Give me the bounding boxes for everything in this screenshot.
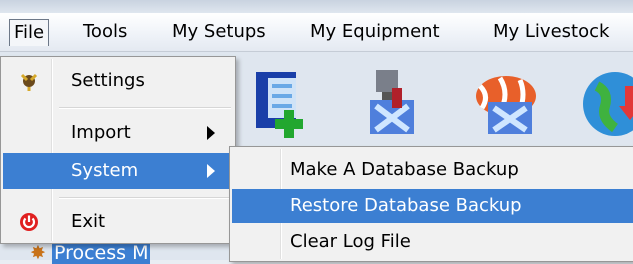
menu-file[interactable]: File [9, 19, 50, 46]
menu-item-label: Settings [71, 70, 145, 91]
menu-item-label: Import [71, 122, 131, 143]
menu-item-label: Restore Database Backup [290, 195, 522, 216]
menu-item-label: Clear Log File [290, 231, 411, 252]
menu-bar: File Tools My Setups My Equipment My Liv… [0, 0, 633, 52]
globe-icon[interactable] [575, 66, 633, 138]
menu-item-settings[interactable]: Settings [3, 63, 233, 99]
power-icon [20, 213, 38, 231]
add-setup-icon[interactable] [250, 66, 322, 138]
submenu-arrow-icon [207, 126, 215, 140]
menu-item-exit[interactable]: Exit [3, 204, 233, 240]
menu-item-label: System [71, 160, 139, 181]
menu-item-make-database-backup[interactable]: Make A Database Backup [232, 153, 633, 187]
menu-item-label: Exit [71, 211, 106, 232]
equipment-icon[interactable] [362, 66, 434, 138]
menu-item-import[interactable]: Import [3, 115, 233, 151]
menu-item-label: Make A Database Backup [290, 159, 519, 180]
menu-my-setups[interactable]: My Setups [167, 20, 271, 44]
tree-item-process[interactable]: ✸ Process M [30, 242, 151, 264]
menu-separator [59, 107, 231, 109]
menu-my-equipment[interactable]: My Equipment [305, 20, 445, 44]
menu-separator [59, 197, 231, 199]
livestock-icon[interactable] [470, 66, 542, 138]
settings-icon [20, 73, 38, 91]
menu-tools[interactable]: Tools [78, 20, 132, 44]
window-title-strip [0, 0, 633, 13]
menu-item-restore-database-backup[interactable]: Restore Database Backup [232, 189, 633, 223]
submenu-arrow-icon [207, 164, 215, 178]
menu-item-system[interactable]: System [3, 153, 233, 189]
menu-my-livestock[interactable]: My Livestock [488, 20, 614, 44]
process-icon: ✸ [30, 242, 46, 264]
menu-item-clear-log-file[interactable]: Clear Log File [232, 225, 633, 259]
file-menu: Settings Import System Exit [0, 56, 236, 244]
system-submenu: Make A Database Backup Restore Database … [229, 146, 633, 262]
tree-item-label: Process M [51, 242, 151, 264]
